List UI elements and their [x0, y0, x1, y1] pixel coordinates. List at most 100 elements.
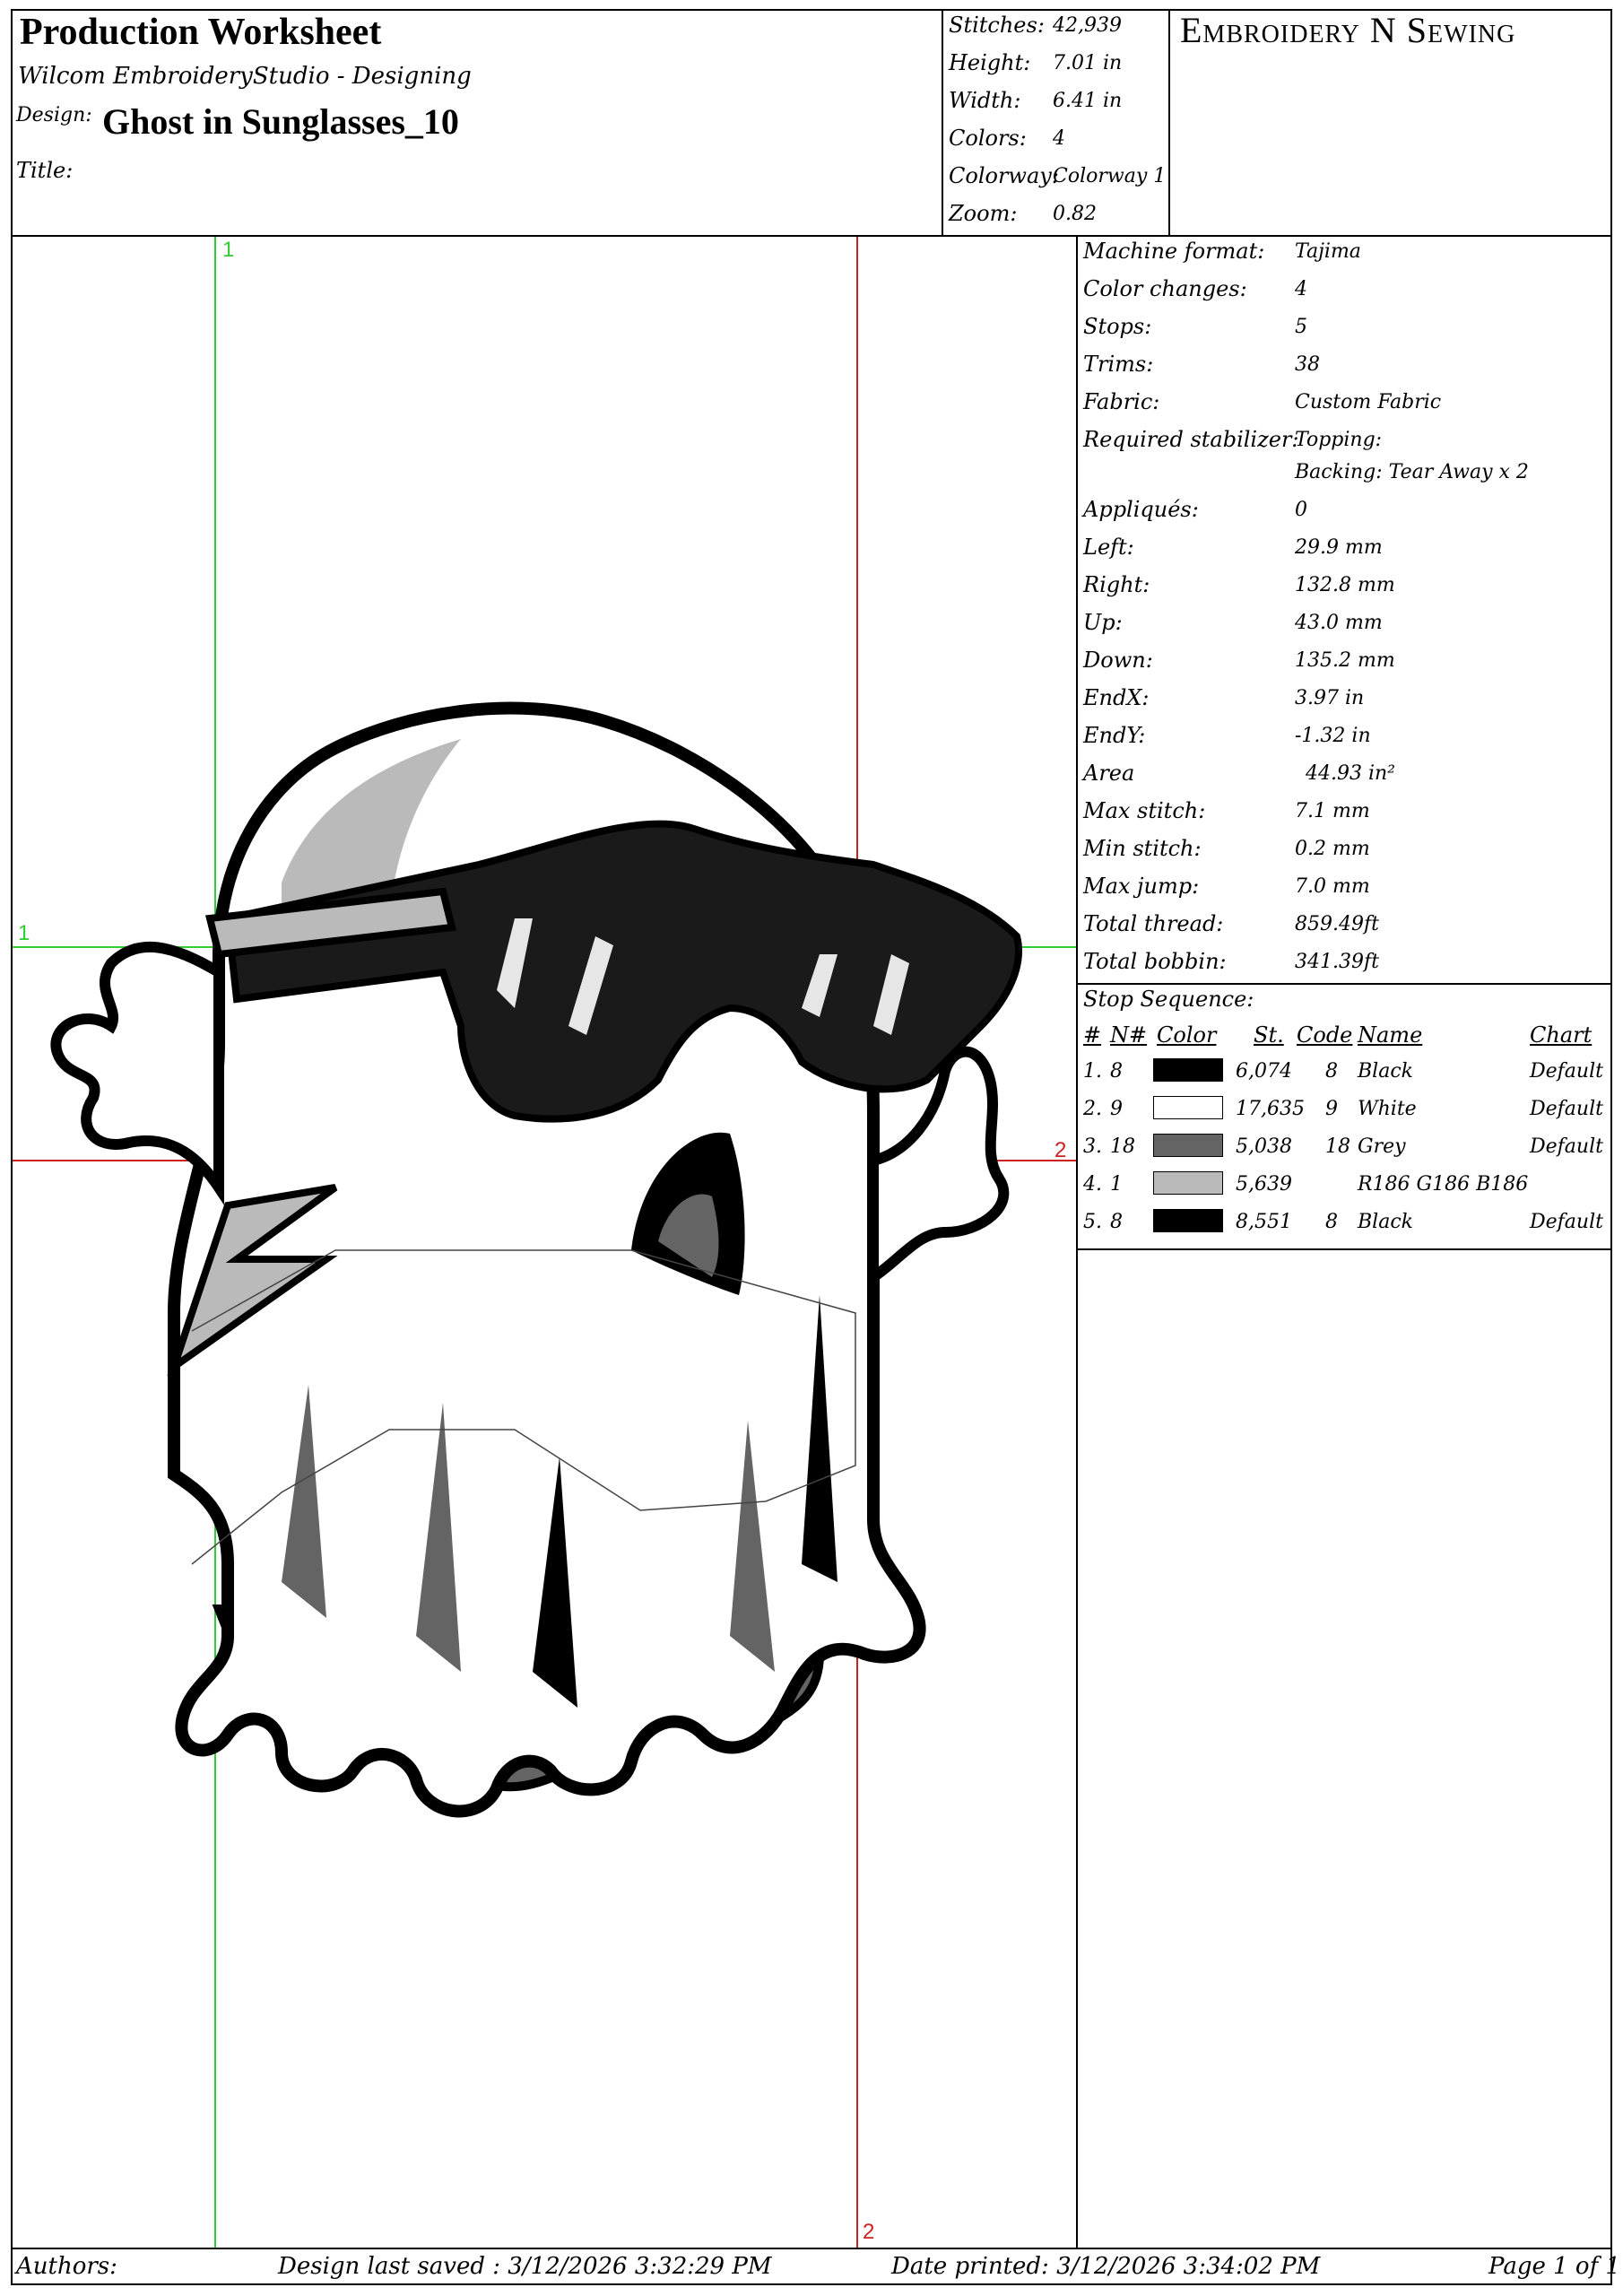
design-canvas: 1 1 2 2	[13, 237, 1076, 2248]
detail-value: 44.93 in²	[1306, 762, 1395, 785]
stop-stitch-count: 5,639	[1236, 1173, 1292, 1196]
title-label: Title:	[16, 158, 74, 183]
detail-value: 0.2 mm	[1295, 838, 1370, 860]
stop-color-name: R186 G186 B186	[1358, 1173, 1529, 1196]
ghost-left-hand	[50, 941, 224, 1205]
stop-color-name: Black	[1358, 1060, 1413, 1083]
detail-label: Stops:	[1083, 314, 1152, 339]
detail-label: Machine format:	[1083, 239, 1265, 264]
col-header-nnum: N#	[1110, 1022, 1148, 1048]
info-panel-rule-2	[1076, 1248, 1612, 1250]
summary-label: Height:	[949, 50, 1031, 75]
detail-label: Right:	[1083, 572, 1150, 597]
footer-last-saved: Design last saved : 3/12/2026 3:32:29 PM	[278, 2253, 772, 2280]
detail-value: 0	[1295, 499, 1307, 521]
col-header-name: Name	[1358, 1022, 1423, 1048]
stop-needle: 8	[1110, 1211, 1123, 1233]
col-header-chart: Chart	[1530, 1022, 1593, 1048]
detail-value: 859.49ft	[1295, 913, 1379, 935]
stop-sequence-title: Stop Sequence:	[1083, 987, 1254, 1012]
detail-label: Area	[1083, 761, 1135, 786]
detail-value: Topping:	[1295, 429, 1383, 451]
stop-color-swatch	[1153, 1209, 1223, 1232]
detail-label: Required stabilizer:	[1083, 427, 1299, 452]
summary-value: 7.01 in	[1053, 52, 1123, 74]
detail-label: Up:	[1083, 610, 1123, 635]
stop-color-swatch	[1153, 1058, 1223, 1082]
stop-stitch-count: 6,074	[1236, 1060, 1292, 1083]
detail-label: Max jump:	[1083, 874, 1200, 899]
guide-label-red-bottom: 2	[863, 2220, 874, 2244]
footer-top-rule	[11, 2248, 1612, 2249]
detail-value: Backing: Tear Away x 2	[1295, 461, 1529, 483]
info-panel-rule-1	[1076, 983, 1612, 985]
stop-needle: 1	[1110, 1173, 1123, 1196]
stop-color-swatch	[1153, 1134, 1223, 1157]
stop-color-name: White	[1358, 1098, 1417, 1120]
stop-color-swatch	[1153, 1171, 1223, 1195]
stop-stitch-count: 8,551	[1236, 1211, 1292, 1233]
footer-date-printed: Date printed: 3/12/2026 3:34:02 PM	[891, 2253, 1321, 2280]
stop-num: 4.	[1083, 1173, 1102, 1196]
detail-label: Left:	[1083, 535, 1134, 560]
detail-value: Tajima	[1295, 240, 1361, 263]
detail-value: 38	[1295, 353, 1320, 376]
stop-color-swatch	[1153, 1096, 1223, 1119]
stop-code: 8	[1325, 1060, 1338, 1083]
detail-label: Min stitch:	[1083, 836, 1202, 861]
header-divider-2	[1168, 9, 1170, 237]
stop-code: 8	[1325, 1211, 1338, 1233]
design-name: Ghost in Sunglasses_10	[102, 101, 459, 142]
stop-color-name: Black	[1358, 1211, 1413, 1233]
stop-needle: 9	[1110, 1098, 1123, 1120]
detail-value: Custom Fabric	[1295, 391, 1442, 413]
detail-value: 29.9 mm	[1295, 536, 1383, 559]
design-label: Design:	[16, 104, 92, 126]
ghost-artwork	[50, 701, 1022, 1818]
detail-label: Trims:	[1083, 352, 1154, 377]
footer-page-number: Page 1 of 1	[1488, 2253, 1621, 2280]
stop-code: 18	[1325, 1135, 1350, 1158]
col-header-num: #	[1083, 1022, 1102, 1048]
detail-value: -1.32 in	[1295, 725, 1371, 747]
detail-value: 7.0 mm	[1295, 875, 1370, 898]
stop-num: 1.	[1083, 1060, 1102, 1083]
stop-num: 2.	[1083, 1098, 1102, 1120]
info-panel-divider	[1076, 235, 1078, 2249]
header-divider-1	[942, 9, 943, 237]
detail-label: Total thread:	[1083, 911, 1224, 936]
stop-stitch-count: 5,038	[1236, 1135, 1292, 1158]
col-header-code: Code	[1297, 1022, 1353, 1048]
detail-value: 3.97 in	[1295, 687, 1365, 709]
detail-value: 132.8 mm	[1295, 574, 1395, 596]
detail-label: Appliqués:	[1083, 497, 1199, 522]
stop-chart: Default	[1530, 1060, 1603, 1083]
summary-label: Width:	[949, 88, 1021, 113]
detail-value: 7.1 mm	[1295, 800, 1370, 822]
detail-value: 341.39ft	[1295, 951, 1379, 973]
guide-label-green-left: 1	[18, 921, 30, 945]
software-name: Wilcom EmbroideryStudio - Designing	[18, 63, 472, 90]
stop-chart: Default	[1530, 1211, 1603, 1233]
detail-label: EndY:	[1083, 723, 1146, 748]
stop-code: 9	[1325, 1098, 1338, 1120]
detail-label: EndX:	[1083, 685, 1150, 710]
summary-value: 4	[1053, 127, 1065, 150]
footer-authors: Authors:	[16, 2253, 117, 2280]
stop-num: 5.	[1083, 1211, 1102, 1233]
detail-label: Max stitch:	[1083, 798, 1206, 823]
guide-label-green-top: 1	[222, 238, 234, 262]
col-header-color: Color	[1157, 1022, 1217, 1048]
detail-label: Total bobbin:	[1083, 949, 1227, 974]
summary-value: Colorway 1	[1053, 165, 1167, 187]
summary-label: Stitches:	[949, 13, 1045, 38]
col-header-st: St.	[1254, 1022, 1284, 1048]
summary-label: Colorway:	[949, 163, 1059, 188]
detail-value: 4	[1295, 278, 1307, 300]
brand-name: Embroidery N Sewing	[1180, 10, 1516, 50]
stop-stitch-count: 17,635	[1236, 1098, 1305, 1120]
stop-color-name: Grey	[1358, 1135, 1406, 1158]
detail-value: 5	[1295, 316, 1307, 338]
summary-label: Colors:	[949, 126, 1027, 151]
stop-needle: 18	[1110, 1135, 1135, 1158]
